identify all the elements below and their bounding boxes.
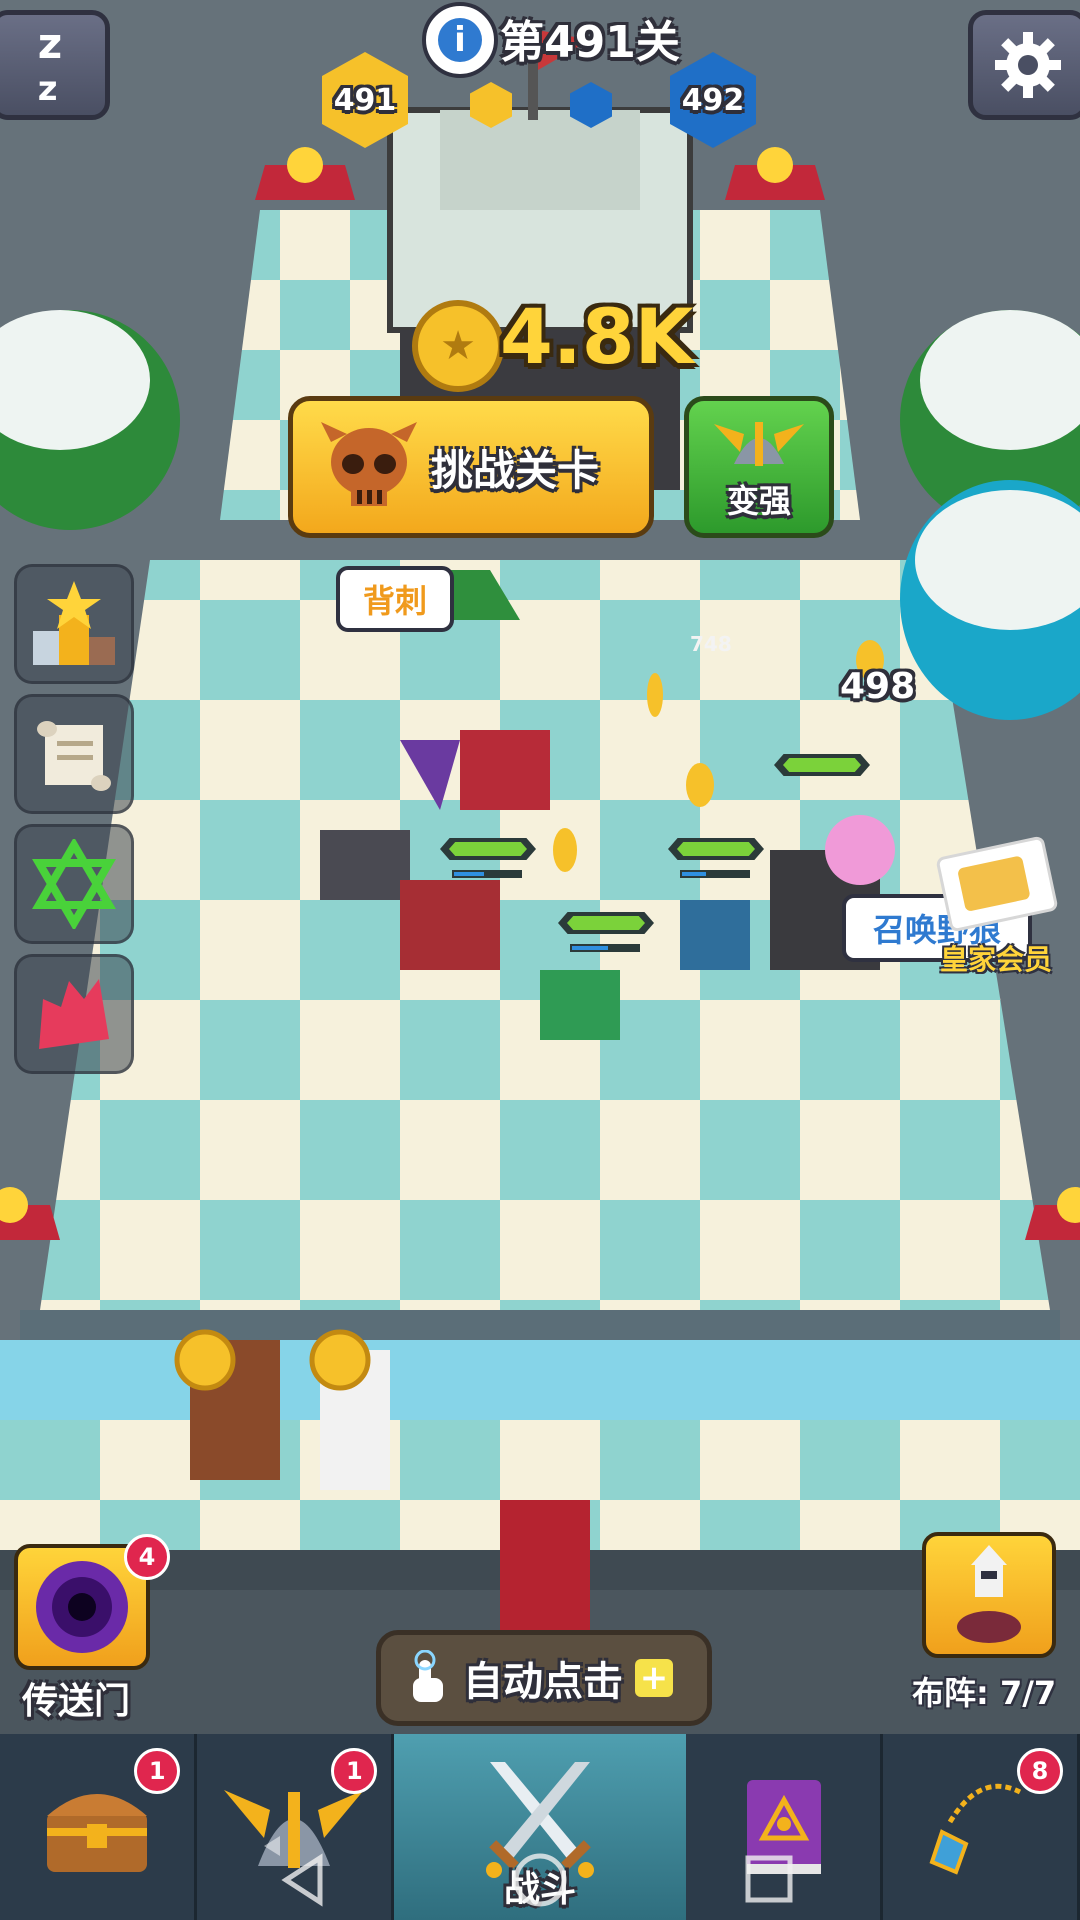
portal-label: 传送门 (22, 1681, 131, 1722)
unit-mana-bar (452, 870, 522, 878)
skull-icon (321, 422, 417, 506)
challenge-level-label: 挑战关卡 (431, 445, 600, 495)
settings-button[interactable] (968, 10, 1080, 120)
royal-member-label[interactable]: 皇家会员 (940, 938, 1052, 978)
tap-hand-icon (413, 1650, 443, 1702)
game-scene: zz i 第491关 491 492 ★ 4.8K 挑战关卡 变强 背刺 召唤野… (0, 0, 1080, 1920)
coin-reward-amount: 4.8K (500, 292, 694, 381)
challenge-level-button[interactable]: 挑战关卡 (288, 396, 654, 538)
current-level-number: 491 (333, 82, 397, 118)
portal-badge: 4 (124, 1534, 170, 1580)
home-icon (513, 1853, 567, 1907)
portal-button[interactable]: 4 (14, 1534, 170, 1670)
winged-helmet-icon (714, 422, 804, 466)
back-icon (281, 1853, 323, 1907)
formation-button[interactable] (922, 1532, 1056, 1658)
sleep-icon: zz (37, 19, 63, 109)
formation-status: 布阵: 7/7 (912, 1668, 1056, 1714)
formation-label: 布阵: (912, 1674, 989, 1712)
info-icon: i (438, 18, 482, 62)
hexagram-button[interactable] (14, 824, 134, 944)
podium-star-icon (33, 581, 115, 665)
helmet-badge: 1 (331, 1748, 378, 1794)
red-leaf-icon (39, 979, 109, 1049)
scroll-icon (37, 721, 111, 791)
sleep-button[interactable]: zz (0, 10, 110, 120)
coin-icon: ★ (412, 300, 504, 392)
damage-number: 748 (690, 632, 732, 656)
damage-number: 498 (840, 666, 916, 707)
info-button[interactable]: i (422, 2, 498, 78)
plus-icon: + (635, 1658, 673, 1698)
warrior-formation-icon (957, 1545, 1021, 1643)
leaderboard-button[interactable] (14, 564, 134, 684)
backstab-skill-label: 背刺 (336, 566, 454, 632)
formation-value: 7/7 (999, 1674, 1057, 1712)
recents-icon (745, 1855, 793, 1903)
upgrade-label: 变强 (726, 482, 791, 520)
amulet-badge: 8 (1017, 1748, 1064, 1794)
next-level-number: 492 (681, 82, 745, 118)
unit-health-bar (558, 912, 654, 934)
portal-icon (36, 1561, 128, 1653)
unit-health-bar (668, 838, 764, 860)
unit-mana-bar (680, 870, 750, 878)
auto-click-label: 自动点击 (463, 1659, 623, 1705)
unit-health-bar (774, 754, 870, 776)
auto-click-button[interactable]: 自动点击 + (376, 1630, 712, 1726)
quest-scroll-button[interactable] (14, 694, 134, 814)
level-title: 第491关 (500, 17, 680, 68)
gear-icon (995, 32, 1061, 98)
unit-mana-bar (570, 944, 640, 952)
unit-health-bar (440, 838, 536, 860)
system-nav-overlay (281, 1853, 793, 1907)
red-leaf-button[interactable] (14, 954, 134, 1074)
upgrade-button[interactable]: 变强 (684, 396, 834, 538)
chest-badge: 1 (134, 1748, 181, 1794)
hexagram-icon (32, 839, 116, 929)
